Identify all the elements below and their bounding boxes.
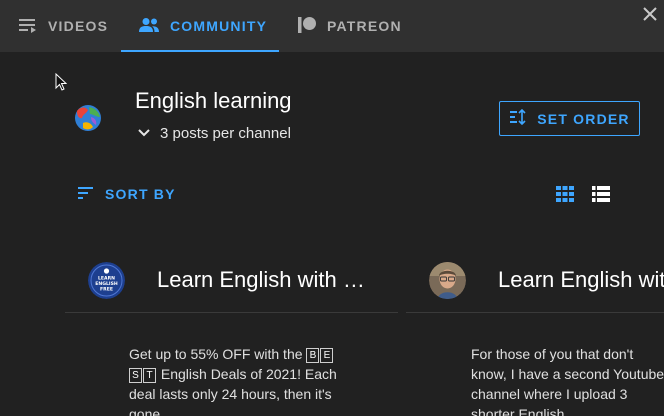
tab-videos-label: VIDEOS (48, 18, 109, 34)
playlist-icon (18, 17, 38, 36)
set-order-label: SET ORDER (537, 110, 630, 127)
boxed-letter: B (306, 348, 320, 363)
svg-text:ENGLISH: ENGLISH (95, 281, 118, 287)
boxed-letter: S (129, 368, 142, 383)
mouse-cursor-icon (55, 73, 67, 91)
channel-avatar[interactable]: LEARN ENGLISH FREE (88, 262, 125, 299)
channel-name[interactable]: Learn English with Bob the Canadian (498, 267, 664, 293)
post-text: Get up to 55% OFF with the B E S T English … (129, 344, 339, 416)
grid-view-button[interactable] (556, 186, 574, 202)
boxed-letter: E (320, 348, 334, 363)
channel-card[interactable]: Learn English with Bob the Canadian For … (406, 246, 664, 416)
svg-text:FREE: FREE (100, 287, 113, 293)
divider (65, 312, 398, 313)
tab-community[interactable]: COMMUNITY (121, 0, 279, 52)
people-icon (138, 17, 160, 36)
tab-patreon[interactable]: PATREON (297, 0, 402, 52)
channel-name[interactable]: Learn English with Let's Talk - Free Eng… (157, 267, 377, 293)
close-button[interactable] (636, 0, 664, 28)
divider (406, 312, 664, 313)
list-view-icon (592, 186, 610, 202)
tab-community-label: COMMUNITY (170, 18, 268, 34)
post-text-prefix: Get up to 55% OFF with the (129, 346, 307, 362)
tab-bar: VIDEOS COMMUNITY PATREON (0, 0, 664, 52)
sort-by-button[interactable]: SORT BY (78, 183, 176, 205)
post-text-rest: English Deals of 2021! Each deal lasts o… (129, 366, 337, 416)
channel-card[interactable]: LEARN ENGLISH FREE Learn English with Le… (65, 246, 398, 416)
sort-order-icon (509, 108, 527, 128)
tab-patreon-label: PATREON (327, 18, 402, 34)
boxed-letter: T (143, 368, 156, 383)
post-text: For those of you that don't know, I have… (471, 346, 664, 416)
sort-icon (78, 186, 94, 202)
chevron-down-icon (137, 125, 151, 142)
posts-per-channel-label: 3 posts per channel (160, 125, 291, 142)
posts-per-channel-dropdown[interactable]: 3 posts per channel (137, 125, 291, 142)
grid-view-icon (556, 186, 574, 202)
tab-videos[interactable]: VIDEOS (18, 0, 108, 52)
collection-logo (71, 101, 105, 135)
patreon-icon (297, 16, 317, 37)
channel-avatar[interactable] (429, 262, 466, 299)
active-tab-indicator (121, 50, 279, 52)
close-icon (643, 7, 657, 21)
svg-text:LEARN: LEARN (98, 276, 115, 282)
sort-by-label: SORT BY (105, 186, 176, 202)
list-view-button[interactable] (592, 186, 610, 202)
page-title: English learning (135, 88, 292, 113)
set-order-button[interactable]: SET ORDER (499, 101, 640, 136)
